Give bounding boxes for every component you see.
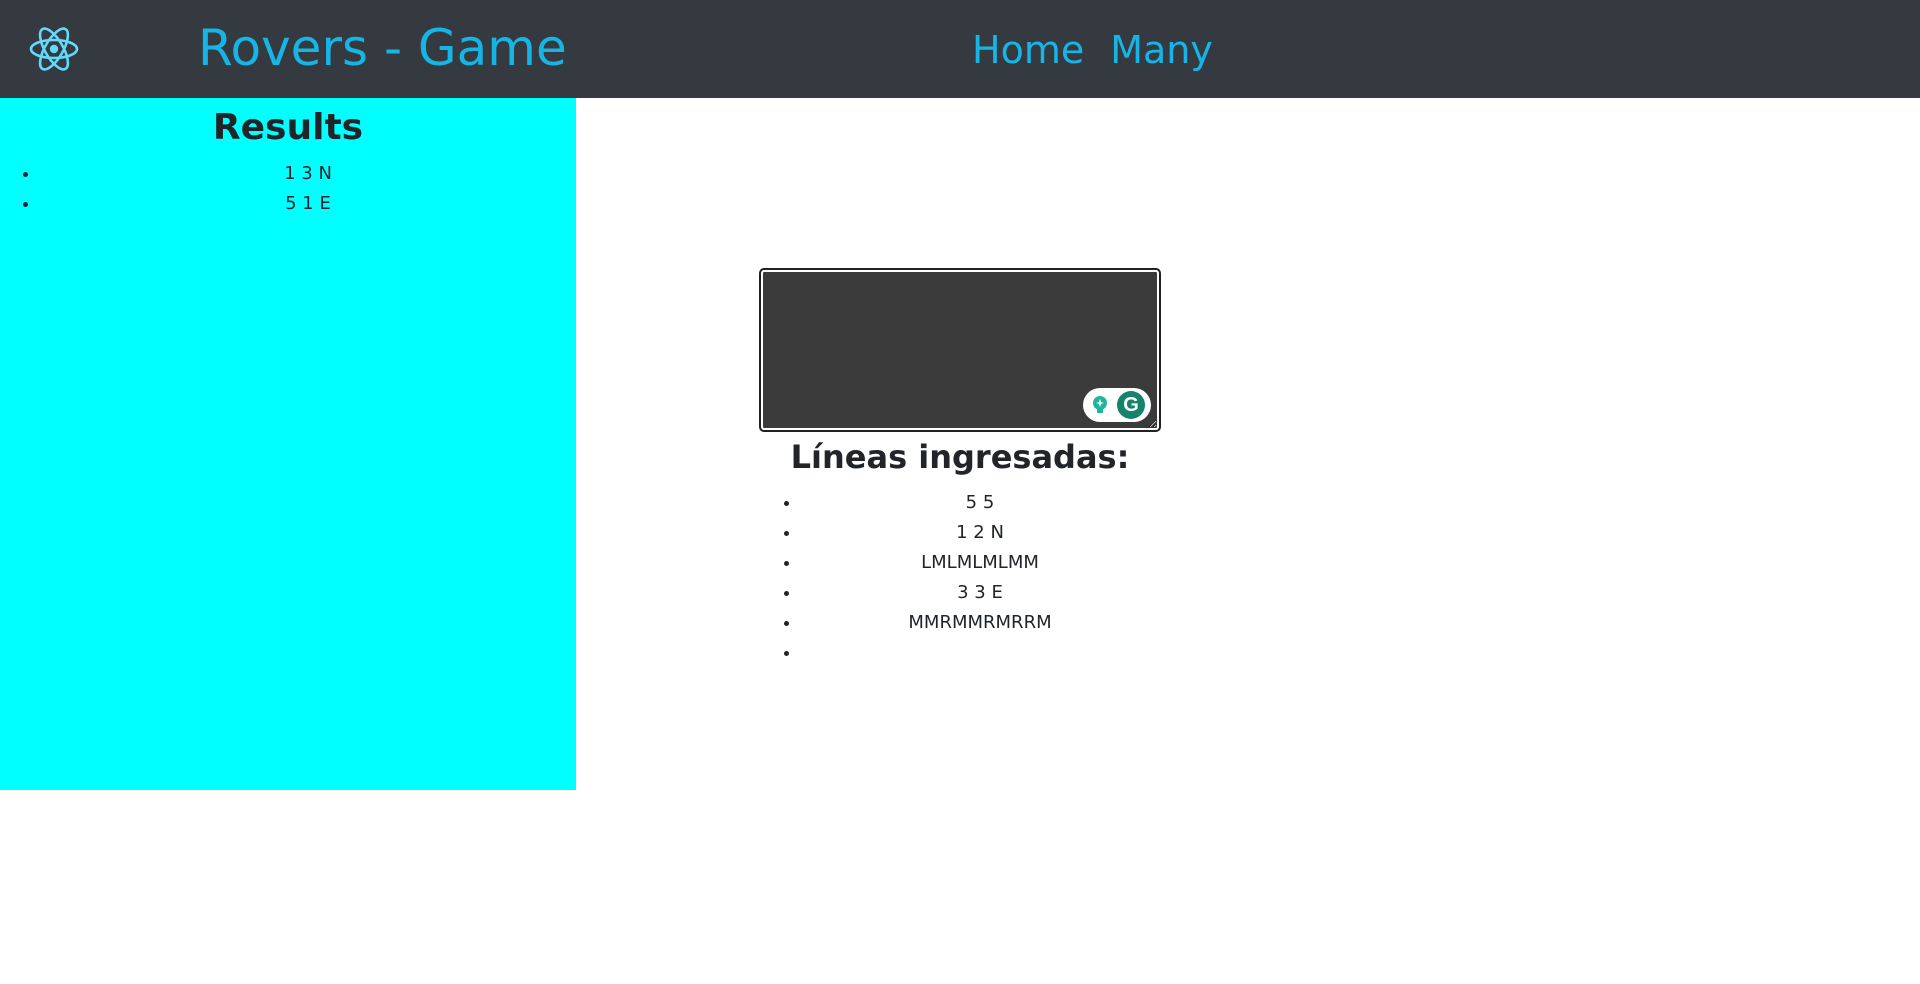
line-item: 1 2 N xyxy=(801,518,1159,548)
line-item: MMRMMRMRRM xyxy=(801,608,1159,638)
lines-list: 5 5 1 2 N LMLMLMLMM 3 3 E MMRMMRMRRM xyxy=(761,488,1159,668)
line-item: LMLMLMLMM xyxy=(801,548,1159,578)
grammarly-g-icon[interactable]: G xyxy=(1117,391,1145,419)
brand-title[interactable]: Rovers - Game xyxy=(198,18,567,78)
navbar: Rovers - Game Home Many xyxy=(0,0,1920,98)
results-title: Results xyxy=(212,107,364,148)
grammarly-suggestion-icon[interactable] xyxy=(1089,394,1111,416)
nav-link-home[interactable]: Home xyxy=(972,24,1084,76)
line-item xyxy=(801,638,1159,668)
grammarly-widget[interactable]: G xyxy=(1083,388,1151,422)
nav-links: Home Many xyxy=(972,24,1213,76)
input-area: G xyxy=(759,268,1161,432)
result-item: 1 3 N xyxy=(40,159,576,189)
nav-link-many[interactable]: Many xyxy=(1110,24,1213,76)
results-list: 1 3 N 5 1 E xyxy=(0,159,576,219)
line-item: 5 5 xyxy=(801,488,1159,518)
results-panel: Results 1 3 N 5 1 E xyxy=(0,98,576,790)
lines-heading: Líneas ingresadas: xyxy=(790,438,1130,476)
react-atom-icon[interactable] xyxy=(28,24,80,74)
result-item: 5 1 E xyxy=(40,189,576,219)
line-item: 3 3 E xyxy=(801,578,1159,608)
